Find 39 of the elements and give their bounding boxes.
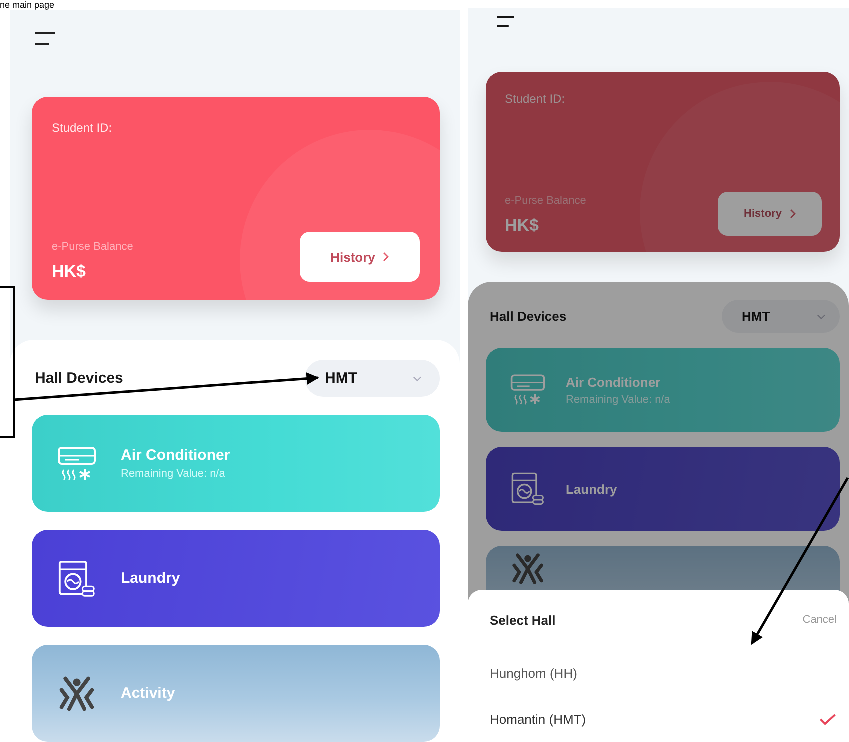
chevron-icon [383,252,390,262]
balance-label: e-Purse Balance [52,241,134,253]
chevron-icon [790,209,796,219]
hall-option[interactable]: Homantin (HMT) [490,696,837,742]
cheering-people-icon [57,674,97,712]
washing-machine-icon [57,560,97,598]
cancel-button[interactable]: Cancel [802,614,837,626]
caret-icon [413,376,422,382]
remaining-value: Remaining Value: n/a [121,468,226,480]
balance-label: e-Purse Balance [505,195,586,207]
washing-machine-icon [510,472,546,506]
section-title: Hall Devices [489,309,567,324]
hall-dropdown[interactable]: HMT [722,300,840,333]
hall-option[interactable]: Hunghom (HH) [490,650,837,696]
remaining-value: Remaining Value: n/a [566,394,670,406]
laundry-card[interactable]: Laundry [486,447,840,531]
student-id-label: Student ID: [505,92,566,106]
air-conditioner-icon [510,373,546,407]
menu-icon[interactable] [35,32,55,46]
cheering-people-icon [510,552,546,586]
laundry-card[interactable]: Laundry [32,530,440,627]
caret-icon [817,314,826,320]
balance-currency: HK$ [52,262,88,282]
device-name: Air Conditioner [566,374,662,390]
history-button[interactable]: History [718,192,822,236]
balance-currency: HK$ [505,216,540,236]
hall-dropdown[interactable]: HMT [305,360,440,397]
student-id-label: Student ID: [52,121,112,135]
section-title: Hall Devices [34,370,124,387]
sheet-title: Select Hall [490,612,556,628]
device-name: Air Conditioner [121,447,230,464]
device-name: Activity [121,685,176,702]
check-icon [819,712,837,726]
device-name: Laundry [566,482,618,496]
document-caption: ne main page [0,0,55,10]
menu-icon[interactable] [497,16,514,28]
device-name: Laundry [121,570,180,587]
air-conditioner-icon [57,444,97,482]
history-button[interactable]: History [300,232,420,282]
